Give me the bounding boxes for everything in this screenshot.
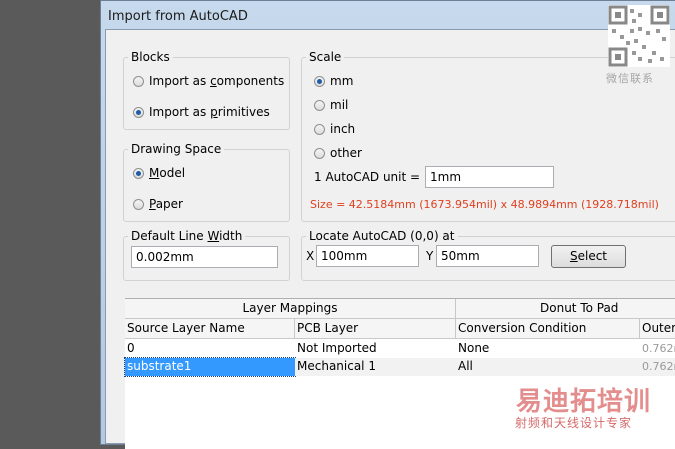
radio-selected-icon	[314, 75, 325, 87]
autocad-unit-input[interactable]: 1mm	[425, 166, 554, 188]
radio-label: Import as components	[149, 74, 285, 88]
size-text: Size = 42.5184mm (1673.954mil) x 48.9894…	[310, 198, 659, 211]
cell-condition: None	[458, 341, 490, 355]
cell-pcb-layer: Mechanical 1	[295, 358, 456, 376]
select-button[interactable]: Select	[551, 245, 626, 268]
slogan-watermark: 射频和天线设计专家	[515, 416, 633, 430]
radio-label: mil	[330, 98, 349, 112]
cell-source-selected: substrate1	[124, 357, 296, 377]
blocks-legend: Blocks	[131, 50, 170, 64]
radio-icon	[133, 75, 144, 87]
radio-icon	[314, 99, 325, 111]
radio-inch[interactable]: inch	[314, 122, 355, 136]
radio-import-primitives[interactable]: Import as primitives	[133, 105, 270, 119]
column-header-source-layer[interactable]: Source Layer Name	[125, 319, 295, 339]
radio-import-components[interactable]: Import as components	[133, 74, 284, 88]
cell-outer: 0.762n	[640, 358, 675, 376]
radio-label: mm	[330, 74, 354, 88]
cell-source: 0	[127, 341, 135, 355]
radio-selected-icon	[133, 106, 144, 118]
drawing-space-legend: Drawing Space	[131, 142, 222, 156]
radio-label: Import as primitives	[149, 105, 270, 119]
group-header-layer-mappings: Layer Mappings	[125, 299, 456, 319]
locate-legend: Locate AutoCAD (0,0) at	[309, 229, 455, 243]
scale-legend: Scale	[309, 50, 342, 64]
autocad-unit-label: 1 AutoCAD unit =	[314, 170, 421, 184]
group-header-donut-to-pad: Donut To Pad Conversion	[456, 299, 675, 334]
radio-mm[interactable]: mm	[314, 74, 353, 88]
radio-model[interactable]: Model	[133, 166, 185, 180]
column-header-conversion-condition[interactable]: Conversion Condition	[456, 319, 640, 339]
radio-icon	[314, 123, 325, 135]
cell-outer: 0.762n	[642, 342, 675, 355]
x-label: X	[306, 249, 315, 263]
radio-other[interactable]: other	[314, 146, 362, 160]
line-width-input[interactable]: 0.002mm	[131, 246, 278, 268]
wechat-contact-watermark: 微信联系	[606, 72, 654, 85]
radio-mil[interactable]: mil	[314, 98, 348, 112]
radio-label: Paper	[149, 197, 183, 211]
y-input[interactable]: 50mm	[436, 245, 539, 267]
radio-selected-icon	[133, 167, 144, 179]
cell-pcb-layer: Not Imported	[297, 341, 377, 355]
radio-label: other	[330, 146, 362, 160]
radio-icon	[314, 147, 325, 159]
cell-condition: All	[456, 358, 640, 376]
qr-code-image	[608, 5, 670, 67]
radio-label: inch	[330, 122, 356, 136]
column-header-outer[interactable]: Outer	[640, 319, 675, 339]
line-width-legend: Default Line Width	[131, 229, 243, 243]
column-header-pcb-layer[interactable]: PCB Layer	[295, 319, 456, 339]
x-input[interactable]: 100mm	[316, 245, 419, 267]
radio-paper[interactable]: Paper	[133, 197, 183, 211]
window-title: Import from AutoCAD	[108, 9, 248, 24]
brand-watermark: 易迪拓培训	[516, 387, 652, 417]
radio-label: Model	[149, 166, 186, 180]
y-label: Y	[426, 249, 434, 263]
radio-icon	[133, 198, 144, 210]
qr-pattern-icon	[608, 5, 670, 67]
